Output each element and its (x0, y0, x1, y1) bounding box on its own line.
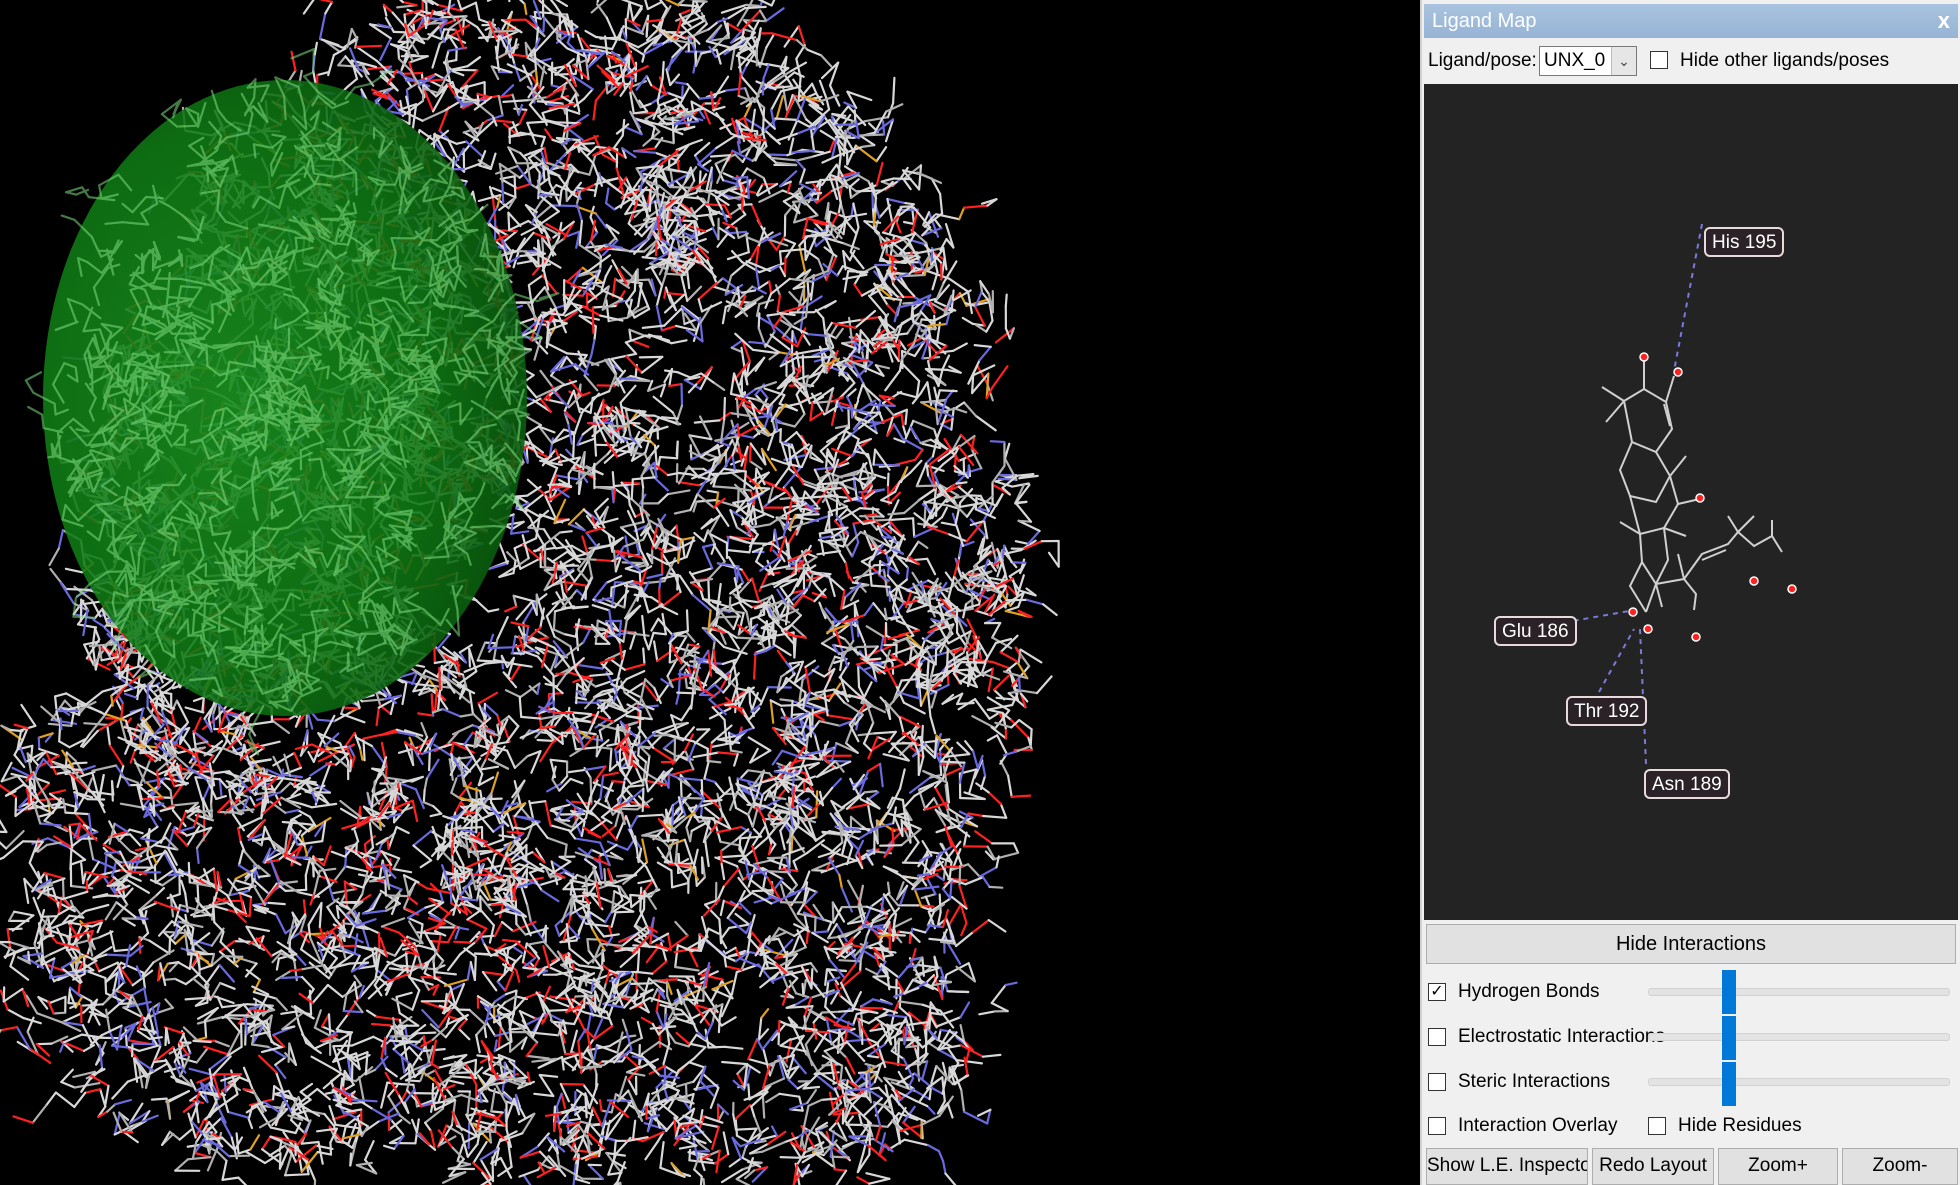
residue-label-thr192[interactable]: Thr 192 (1566, 696, 1648, 726)
ligand-pose-label: Ligand/pose: (1428, 50, 1537, 71)
hydrogen-bonds-slider-thumb[interactable] (1722, 970, 1736, 1014)
electrostatic-checkbox[interactable] (1428, 1028, 1446, 1046)
residue-label-glu186[interactable]: Glu 186 (1494, 616, 1577, 646)
hydrogen-bonds-checkbox[interactable]: ✓ (1428, 983, 1446, 1001)
hbond-line (1673, 223, 1703, 372)
redo-layout-button[interactable]: Redo Layout (1592, 1148, 1714, 1185)
ligand-skeleton (1601, 361, 1783, 613)
hide-other-ligands-checkbox[interactable] (1650, 51, 1668, 69)
hide-interactions-button[interactable]: Hide Interactions (1426, 924, 1956, 964)
check-icon: ✓ (1430, 983, 1444, 1000)
hide-residues-label: Hide Residues (1678, 1115, 1802, 1136)
residue-label-his195[interactable]: His 195 (1704, 227, 1785, 257)
chevron-down-icon[interactable]: ⌄ (1611, 47, 1636, 75)
zoom-in-button[interactable]: Zoom+ (1718, 1148, 1838, 1185)
hydrogen-bonds-slider-track[interactable] (1648, 988, 1950, 996)
electrostatic-slider-thumb[interactable] (1722, 1016, 1736, 1060)
molecule-viewport[interactable] (0, 0, 1420, 1185)
oxygen-atoms (1628, 352, 1797, 642)
ligand-pose-value: UNX_0 (1544, 50, 1606, 71)
panel-titlebar: Ligand Map x (1424, 4, 1958, 38)
hide-other-ligands-label: Hide other ligands/poses (1680, 50, 1890, 71)
interaction-overlay-checkbox[interactable] (1428, 1117, 1446, 1135)
hbond-line (1598, 628, 1635, 693)
interaction-lines (1543, 223, 1703, 765)
close-icon[interactable]: x (1938, 4, 1950, 38)
hide-residues-checkbox[interactable] (1648, 1117, 1666, 1135)
protein-structure[interactable] (0, 0, 1420, 1185)
steric-slider-track[interactable] (1648, 1078, 1950, 1086)
ligand-interaction-map[interactable]: His 195 Glu 186 Thr 192 Asn 189 (1424, 84, 1958, 920)
steric-label: Steric Interactions (1458, 1071, 1611, 1092)
electrostatic-label: Electrostatic Interactions (1458, 1026, 1665, 1047)
electrostatic-slider-track[interactable] (1648, 1033, 1950, 1041)
steric-checkbox[interactable] (1428, 1073, 1446, 1091)
panel-title: Ligand Map (1432, 10, 1537, 32)
hydrogen-bonds-label: Hydrogen Bonds (1458, 981, 1600, 1002)
zoom-out-button[interactable]: Zoom- (1842, 1148, 1958, 1185)
residue-label-asn189[interactable]: Asn 189 (1644, 769, 1730, 799)
ligand-pose-row: Ligand/pose: UNX_0 ⌄ Hide other ligands/… (1428, 44, 1956, 78)
interaction-overlay-label: Interaction Overlay (1458, 1115, 1618, 1136)
steric-slider-thumb[interactable] (1722, 1062, 1736, 1106)
show-le-inspector-button[interactable]: Show L.E. Inspector (1426, 1148, 1588, 1185)
ligand-map-panel: Ligand Map x Ligand/pose: UNX_0 ⌄ Hide o… (1420, 0, 1960, 1185)
ligand-pose-select[interactable]: UNX_0 ⌄ (1539, 46, 1637, 76)
